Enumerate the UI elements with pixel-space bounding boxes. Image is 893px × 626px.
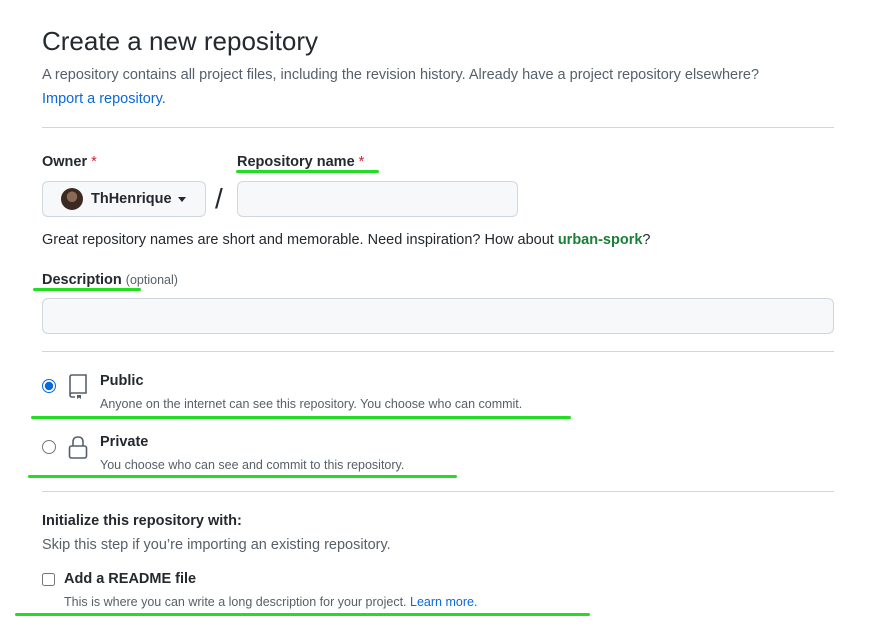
annotation-underline <box>15 613 590 616</box>
public-radio[interactable] <box>42 379 56 393</box>
section-divider <box>42 491 834 492</box>
readme-description: This is where you can write a long descr… <box>64 595 477 609</box>
avatar <box>61 188 83 210</box>
learn-more-link[interactable]: Learn more. <box>410 595 477 609</box>
hint-end: ? <box>642 232 651 248</box>
private-radio[interactable] <box>42 440 56 454</box>
page-subtitle: A repository contains all project files,… <box>42 63 842 111</box>
description-label-text: Description <box>42 272 122 288</box>
visibility-private-option[interactable]: Private You choose who can see and commi… <box>42 434 404 472</box>
repository-name-label-text: Repository name <box>237 154 355 170</box>
annotation-underline <box>236 170 379 173</box>
readme-label: Add a README file <box>64 571 197 587</box>
required-marker: * <box>358 154 365 170</box>
description-input[interactable] <box>42 298 834 334</box>
annotation-underline <box>33 288 141 291</box>
optional-tag: (optional) <box>125 273 178 287</box>
repository-name-input[interactable] <box>237 181 518 217</box>
page-title: Create a new repository <box>42 26 319 56</box>
section-divider <box>42 351 834 352</box>
private-description: You choose who can see and commit to thi… <box>100 458 405 472</box>
initialize-subtext: Skip this step if you’re importing an ex… <box>42 537 391 553</box>
initialize-heading: Initialize this repository with: <box>42 513 242 529</box>
owner-label: Owner * <box>42 154 97 170</box>
public-description: Anyone on the internet can see this repo… <box>100 397 523 411</box>
import-repository-link[interactable]: Import a repository. <box>42 91 166 107</box>
readme-option[interactable]: Add a README file <box>42 571 196 587</box>
repo-icon <box>69 374 87 399</box>
required-marker: * <box>91 154 97 170</box>
public-title: Public <box>100 373 144 389</box>
readme-description-text: This is where you can write a long descr… <box>64 595 407 609</box>
annotation-underline <box>28 475 457 478</box>
owner-dropdown[interactable]: ThHenrique <box>42 181 206 217</box>
owner-repo-separator: / <box>215 183 223 214</box>
caret-down-icon <box>177 196 186 202</box>
section-divider <box>42 127 834 128</box>
annotation-underline <box>31 416 571 419</box>
readme-checkbox[interactable] <box>42 572 55 586</box>
owner-label-text: Owner <box>42 154 88 170</box>
repository-name-hint: Great repository names are short and mem… <box>42 232 651 248</box>
hint-text: Great repository names are short and mem… <box>42 232 558 248</box>
visibility-public-option[interactable]: Public Anyone on the internet can see th… <box>42 373 522 411</box>
lock-icon <box>68 436 88 459</box>
subtitle-text: A repository contains all project files,… <box>42 67 760 83</box>
private-title: Private <box>100 434 149 450</box>
description-label: Description (optional) <box>42 272 178 288</box>
name-suggestion[interactable]: urban-spork <box>558 232 643 248</box>
owner-name: ThHenrique <box>91 191 172 207</box>
repository-name-label: Repository name * <box>237 154 364 170</box>
